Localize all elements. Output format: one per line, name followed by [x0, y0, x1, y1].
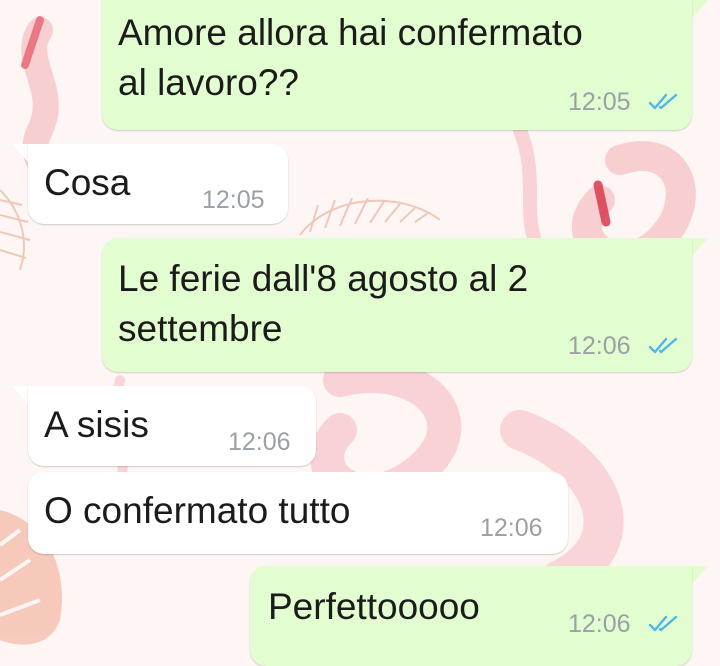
message-bubble-outgoing[interactable]: Amore allora hai confermato al lavoro?? …: [102, 0, 692, 130]
message-text: Le ferie dall'8 agosto al 2 settembre: [118, 258, 529, 349]
message-bubble-incoming[interactable]: A sisis 12:06: [28, 386, 316, 466]
message-text: Cosa: [44, 162, 131, 203]
read-double-check-icon: [648, 615, 678, 632]
message-bubble-outgoing[interactable]: Perfettooooo 12:06: [250, 566, 692, 666]
message-timestamp: 12:05: [568, 88, 631, 116]
message-tail: [692, 566, 708, 584]
message-bubble-outgoing[interactable]: Le ferie dall'8 agosto al 2 settembre 12…: [102, 238, 692, 372]
message-text: A sisis: [44, 404, 149, 445]
message-timestamp: 12:06: [568, 610, 631, 638]
message-text: Amore allora hai confermato al lavoro??: [118, 12, 583, 103]
message-text: O confermato tutto: [44, 490, 351, 531]
message-bubble-incoming[interactable]: Cosa 12:05: [28, 144, 288, 224]
message-timestamp: 12:06: [228, 428, 291, 456]
message-tail: [692, 238, 708, 256]
message-timestamp: 12:05: [202, 186, 265, 214]
message-tail: [12, 144, 28, 162]
read-double-check-icon: [648, 93, 678, 110]
message-bubble-incoming[interactable]: O confermato tutto 12:06: [28, 472, 568, 554]
read-double-check-icon: [648, 337, 678, 354]
message-timestamp: 12:06: [568, 332, 631, 360]
message-timestamp: 12:06: [480, 514, 543, 542]
message-text: Perfettooooo: [268, 586, 480, 627]
message-tail: [692, 0, 708, 18]
message-tail: [12, 386, 28, 404]
